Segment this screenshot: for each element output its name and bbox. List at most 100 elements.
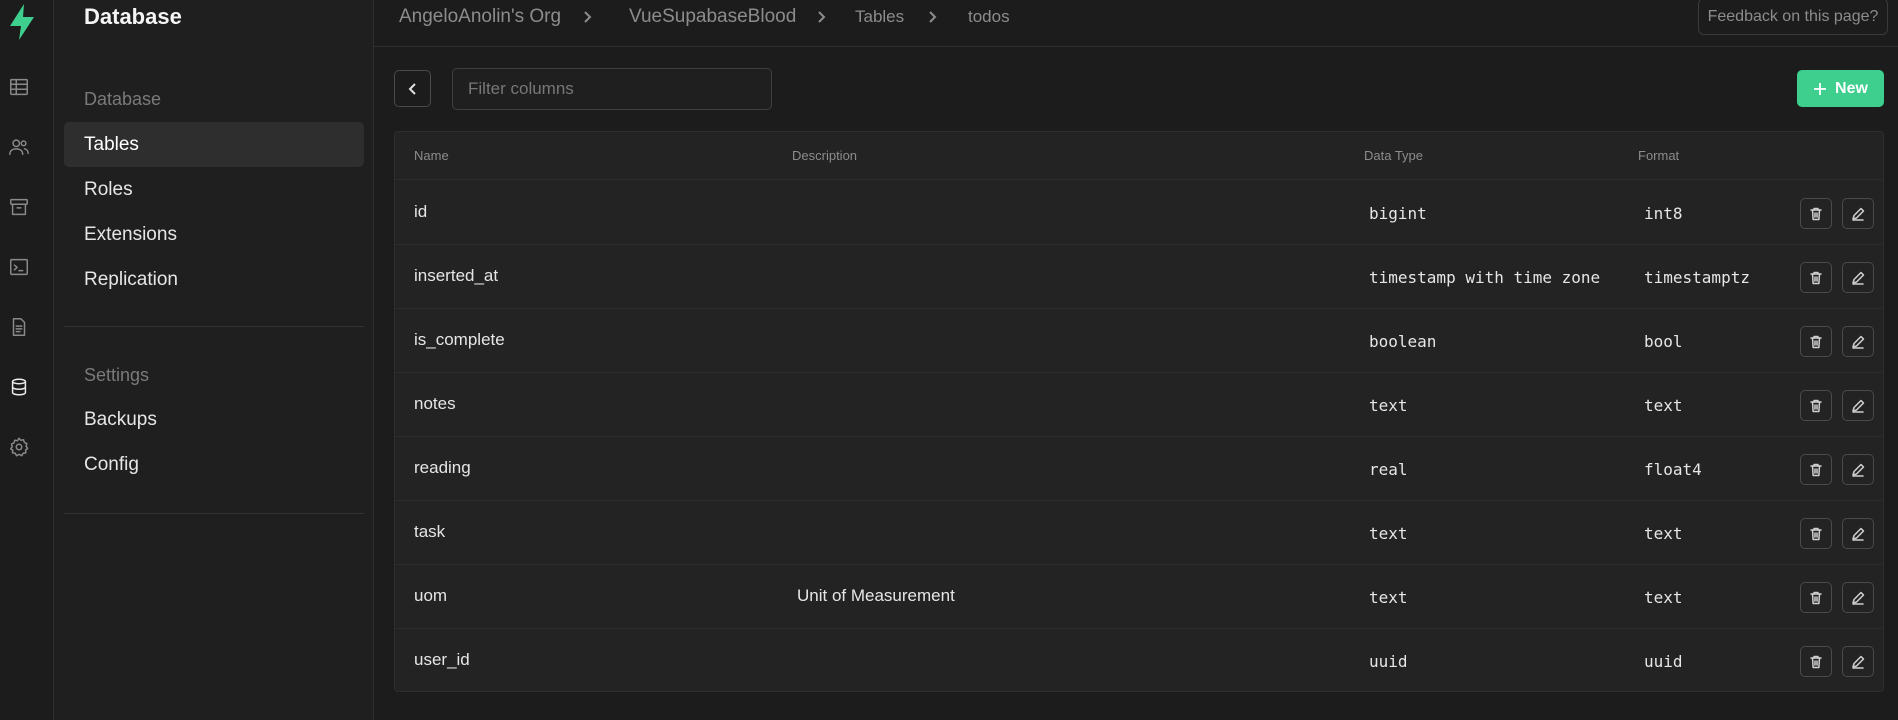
breadcrumb-org[interactable]: AngeloAnolin's Org	[399, 6, 561, 28]
trash-icon	[1808, 654, 1824, 670]
header-name: Name	[414, 148, 449, 163]
column-data-type: boolean	[1369, 332, 1437, 351]
pencil-icon	[1850, 526, 1866, 542]
table-editor-icon[interactable]	[6, 74, 32, 100]
delete-column-button[interactable]	[1800, 646, 1832, 677]
column-data-type: real	[1369, 460, 1408, 479]
sidebar-item-backups[interactable]: Backups	[64, 397, 364, 442]
icon-rail	[0, 0, 54, 720]
column-data-type: text	[1369, 588, 1408, 607]
edit-column-button[interactable]	[1842, 326, 1874, 357]
chevron-right-icon	[816, 9, 828, 25]
new-button-label: New	[1835, 79, 1868, 97]
column-format: int8	[1644, 204, 1683, 223]
pencil-icon	[1850, 206, 1866, 222]
supabase-logo-icon[interactable]	[6, 2, 38, 42]
column-format: timestamptz	[1644, 268, 1750, 287]
pencil-icon	[1850, 462, 1866, 478]
column-format: text	[1644, 588, 1683, 607]
column-data-type: text	[1369, 524, 1408, 543]
table-row: id bigint int8	[395, 181, 1883, 245]
column-data-type: timestamp with time zone	[1369, 268, 1601, 287]
pencil-icon	[1850, 398, 1866, 414]
edit-column-button[interactable]	[1842, 582, 1874, 613]
column-name: inserted_at	[414, 266, 499, 285]
column-data-type: uuid	[1369, 652, 1408, 671]
database-sidebar: Database Database Tables Roles Extension…	[54, 0, 374, 720]
table-row: task text text	[395, 501, 1883, 565]
storage-icon[interactable]	[6, 194, 32, 220]
sidebar-item-roles[interactable]: Roles	[64, 167, 364, 212]
edit-column-button[interactable]	[1842, 646, 1874, 677]
sidebar-item-replication[interactable]: Replication	[64, 257, 364, 302]
edit-column-button[interactable]	[1842, 262, 1874, 293]
delete-column-button[interactable]	[1800, 390, 1832, 421]
sidebar-divider	[64, 326, 364, 327]
edit-column-button[interactable]	[1842, 390, 1874, 421]
sidebar-divider	[64, 513, 364, 514]
column-name: task	[414, 522, 446, 541]
trash-icon	[1808, 590, 1824, 606]
table-row: inserted_at timestamp with time zone times…	[395, 245, 1883, 309]
chevron-right-icon	[582, 9, 594, 25]
new-column-button[interactable]: New	[1797, 70, 1884, 107]
settings-gear-icon[interactable]	[6, 434, 32, 460]
column-name: id	[414, 202, 428, 221]
trash-icon	[1808, 270, 1824, 286]
filter-columns-input[interactable]	[452, 68, 772, 110]
docs-icon[interactable]	[6, 314, 32, 340]
column-data-type: bigint	[1369, 204, 1427, 223]
pencil-icon	[1850, 654, 1866, 670]
column-data-type: text	[1369, 396, 1408, 415]
top-bar: AngeloAnolin's Org VueSupabaseBlood Tabl…	[374, 0, 1898, 47]
delete-column-button[interactable]	[1800, 326, 1832, 357]
edit-column-button[interactable]	[1842, 198, 1874, 229]
sidebar-item-extensions[interactable]: Extensions	[64, 212, 364, 257]
delete-column-button[interactable]	[1800, 454, 1832, 485]
column-format: uuid	[1644, 652, 1683, 671]
delete-column-button[interactable]	[1800, 582, 1832, 613]
delete-column-button[interactable]	[1800, 262, 1832, 293]
sidebar-heading-database: Database	[84, 89, 162, 109]
back-button[interactable]	[394, 70, 431, 107]
breadcrumb-section[interactable]: Tables	[855, 7, 904, 27]
trash-icon	[1808, 398, 1824, 414]
columns-table: Name Description Data Type Format id bigi…	[394, 131, 1884, 692]
table-row: reading real float4	[395, 437, 1883, 501]
column-name: reading	[414, 458, 471, 477]
pencil-icon	[1850, 270, 1866, 286]
sidebar-heading-settings: Settings	[84, 365, 150, 385]
pencil-icon	[1850, 590, 1866, 606]
edit-column-button[interactable]	[1842, 454, 1874, 485]
database-icon[interactable]	[6, 374, 32, 400]
table-row: notes text text	[395, 373, 1883, 437]
feedback-button[interactable]: Feedback on this page?	[1698, 0, 1888, 35]
table-row: user_id uuid uuid	[395, 629, 1883, 693]
plus-icon	[1814, 82, 1827, 95]
breadcrumb-table[interactable]: todos	[968, 7, 1010, 27]
chevron-left-icon	[408, 82, 416, 95]
column-format: bool	[1644, 332, 1683, 351]
sql-editor-icon[interactable]	[6, 254, 32, 280]
users-icon[interactable]	[6, 134, 32, 160]
column-format: float4	[1644, 460, 1702, 479]
column-name: notes	[414, 394, 456, 413]
table-header: Name Description Data Type Format	[395, 132, 1883, 180]
edit-column-button[interactable]	[1842, 518, 1874, 549]
column-format: text	[1644, 524, 1683, 543]
sidebar-item-tables[interactable]: Tables	[64, 122, 364, 167]
table-row: uom Unit of Measurement text text	[395, 565, 1883, 629]
header-format: Format	[1638, 148, 1680, 163]
breadcrumb-project[interactable]: VueSupabaseBlood	[629, 6, 796, 28]
app: Database Database Tables Roles Extension…	[0, 0, 1898, 720]
column-description: Unit of Measurement	[797, 586, 955, 605]
trash-icon	[1808, 334, 1824, 350]
sidebar-title: Database	[84, 4, 182, 29]
trash-icon	[1808, 462, 1824, 478]
delete-column-button[interactable]	[1800, 518, 1832, 549]
header-description: Description	[792, 148, 858, 163]
sidebar-item-config[interactable]: Config	[64, 442, 364, 487]
trash-icon	[1808, 526, 1824, 542]
delete-column-button[interactable]	[1800, 198, 1832, 229]
pencil-icon	[1850, 334, 1866, 350]
